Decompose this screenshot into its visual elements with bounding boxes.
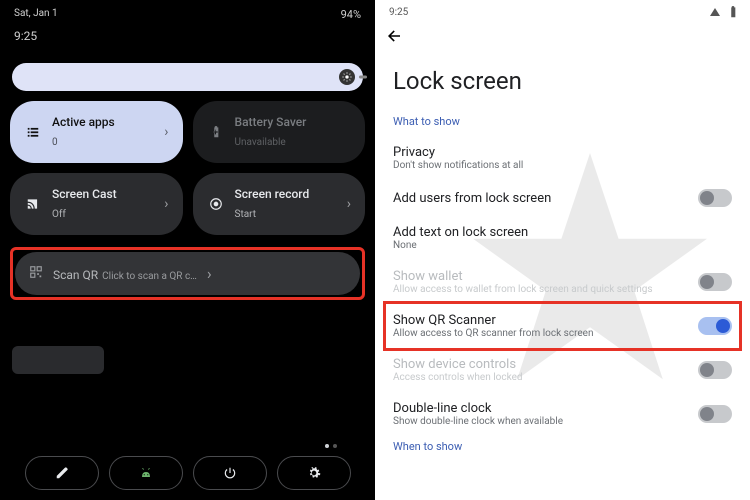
row-title: Privacy: [393, 145, 732, 160]
row-add-text[interactable]: Add text on lock screen None: [375, 216, 750, 260]
brightness-slider[interactable]: [12, 63, 363, 91]
signal-icon: [710, 8, 720, 16]
row-show-wallet[interactable]: Show wallet Allow access to wallet from …: [375, 260, 750, 304]
row-title: Add text on lock screen: [393, 225, 732, 240]
tile-title: Screen record: [235, 187, 337, 201]
highlight-box-left: Scan QR Click to scan a QR c… ›: [10, 247, 365, 300]
row-privacy[interactable]: Privacy Don't show notifications at all: [375, 136, 750, 180]
row-sub: Don't show notifications at all: [393, 160, 732, 171]
row-title: Show QR Scanner: [393, 313, 686, 328]
toggle-double-clock[interactable]: [698, 405, 732, 423]
chevron-right-icon: ›: [347, 196, 351, 212]
row-sub: Access controls when locked: [393, 372, 686, 383]
row-title: Show wallet: [393, 269, 686, 284]
screenshot-root: Sat, Jan 1 94% 9:25 Active: [0, 0, 750, 500]
tile-screen-record[interactable]: Screen record Start ›: [193, 173, 366, 235]
battery-saver-icon: [207, 125, 225, 139]
media-placeholder: [12, 346, 104, 374]
row-title: Double-line clock: [393, 401, 686, 416]
row-title: Show device controls: [393, 357, 686, 372]
row-show-qr-scanner[interactable]: Show QR Scanner Allow access to QR scann…: [375, 304, 750, 348]
battery-icon: [726, 5, 740, 19]
chevron-right-icon: ›: [207, 264, 212, 283]
row-title: Add users from lock screen: [393, 191, 686, 206]
row-sub: Show double-line clock when available: [393, 416, 686, 427]
tile-title: Battery Saver: [235, 115, 352, 129]
toggle-show-qr[interactable]: [698, 317, 732, 335]
android-button[interactable]: [109, 456, 183, 490]
statusbar: Sat, Jan 1 94%: [8, 6, 367, 23]
tile-sub: Click to scan a QR c…: [102, 271, 197, 282]
toggle-device-controls[interactable]: [698, 361, 732, 379]
statusbar-right: 9:25: [375, 0, 750, 21]
page-title: Lock screen: [375, 49, 750, 111]
tile-active-apps[interactable]: Active apps 0 ›: [10, 101, 183, 163]
chevron-right-icon: ›: [164, 196, 168, 212]
section-what-to-show: What to show: [375, 111, 750, 136]
quick-settings-panel: Sat, Jan 1 94% 9:25 Active: [0, 0, 375, 500]
tile-sub: Off: [52, 209, 66, 220]
edit-button[interactable]: [25, 456, 99, 490]
section-when-to-show: When to show: [375, 436, 750, 461]
tile-sub: Unavailable: [235, 137, 286, 148]
battery-pct: 94%: [341, 8, 361, 21]
tile-sub: 0: [52, 137, 58, 148]
tile-battery-saver[interactable]: Battery Saver Unavailable: [193, 101, 366, 163]
tile-screen-cast[interactable]: Screen Cast Off ›: [10, 173, 183, 235]
record-icon: [207, 197, 225, 211]
power-button[interactable]: [193, 456, 267, 490]
settings-panel: 9:25 Lock screen What to show Privacy Do…: [375, 0, 750, 500]
tile-title: Screen Cast: [52, 187, 154, 201]
row-device-controls[interactable]: Show device controls Access controls whe…: [375, 348, 750, 392]
tile-title: Active apps: [52, 115, 154, 129]
cast-icon: [24, 197, 42, 211]
back-button[interactable]: [375, 21, 750, 49]
brightness-icon: [339, 69, 355, 85]
statusbar-date: Sat, Jan 1: [14, 8, 58, 21]
footer-buttons: [0, 456, 375, 490]
row-sub: None: [393, 240, 732, 251]
chevron-right-icon: ›: [164, 124, 168, 140]
row-add-users[interactable]: Add users from lock screen: [375, 180, 750, 216]
tile-scan-qr[interactable]: Scan QR Click to scan a QR c… ›: [15, 252, 360, 295]
settings-button[interactable]: [277, 456, 351, 490]
row-sub: Allow access to QR scanner from lock scr…: [393, 328, 686, 339]
row-sub: Allow access to wallet from lock screen …: [393, 284, 686, 295]
qs-tiles: Active apps 0 › Battery Saver Unavailabl…: [10, 101, 365, 235]
statusbar-time: 9:25: [8, 27, 367, 45]
toggle-show-wallet[interactable]: [698, 273, 732, 291]
tile-title: Scan QR: [53, 268, 98, 282]
list-icon: [24, 125, 42, 139]
row-double-line-clock[interactable]: Double-line clock Show double-line clock…: [375, 392, 750, 436]
page-indicator: [325, 444, 337, 448]
qr-icon: [29, 264, 43, 283]
toggle-add-users[interactable]: [698, 189, 732, 207]
statusbar-battery: 94%: [333, 8, 361, 21]
tile-sub: Start: [235, 209, 257, 220]
statusbar-time: 9:25: [389, 7, 408, 18]
